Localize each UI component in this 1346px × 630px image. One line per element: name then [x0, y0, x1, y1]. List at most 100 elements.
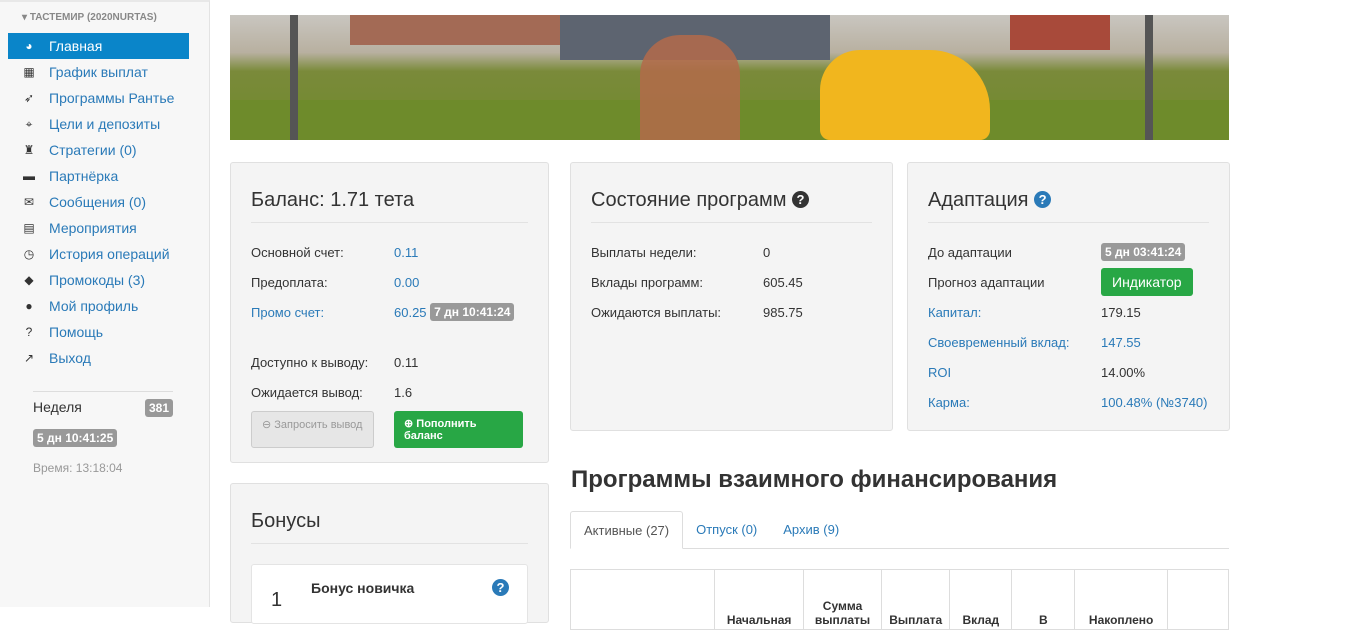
sidebar-item-10[interactable]: ● Мой профиль: [8, 293, 189, 319]
week-label: Неделя: [33, 399, 82, 415]
sidebar: ▾ ТАСТЕМИР (2020NURTAS) ◕ Главная ▦ График …: [0, 0, 210, 607]
envelope-icon: ✉: [23, 195, 35, 209]
dashboard-icon: ◕: [25, 39, 33, 53]
help-icon[interactable]: ?: [1034, 191, 1052, 208]
timely-deposit-value[interactable]: 147.55: [1101, 335, 1141, 350]
help-icon[interactable]: ?: [792, 191, 810, 208]
adaptation-card: Адаптация ? До адаптации 5 дн 03:41:24 Пр…: [907, 162, 1230, 431]
prepay-value[interactable]: 0.00: [394, 275, 419, 290]
user-menu[interactable]: ▾ ТАСТЕМИР (2020NURTAS): [22, 12, 157, 23]
column-header[interactable]: Выплата: [881, 569, 950, 630]
programs-heading: Программы взаимного финансирования: [571, 466, 1058, 493]
week-badge: 381: [144, 399, 173, 417]
minus-circle-icon: ⊖: [262, 419, 272, 431]
column-header[interactable]: Сумма выплаты: [802, 569, 882, 630]
sidebar-item-label: Стратегии (0): [49, 142, 137, 158]
tab-2[interactable]: Архив (9): [770, 511, 852, 548]
bonuses-title: Бонусы: [251, 484, 528, 544]
column-header[interactable]: Начальная: [714, 569, 804, 630]
capital-link[interactable]: Капитал:: [928, 305, 1101, 320]
username: ТАСТЕМИР (2020NURTAS): [29, 12, 157, 23]
topup-button[interactable]: ⊕ Пополнить баланс: [394, 411, 523, 448]
rocket-icon: ➶: [23, 91, 35, 105]
sidebar-item-label: Цели и депозиты: [49, 116, 161, 132]
available-label: Доступно к выводу:: [251, 354, 369, 370]
state-value: 0: [763, 244, 771, 260]
available-value: 0.11: [394, 354, 419, 370]
karma-rank[interactable]: (№3740): [1156, 395, 1208, 410]
state-row: Ожидаются выплаты: 985.75: [571, 297, 892, 327]
state-label: Вклады программ:: [591, 274, 704, 290]
programs-state-card: Состояние программ ? Выплаты недели: 0 Вкл…: [570, 162, 893, 431]
sidebar-item-label: Выход: [49, 350, 91, 366]
sidebar-item-4[interactable]: ♜ Стратегии (0): [8, 137, 189, 163]
tag-icon: ◆: [24, 273, 34, 287]
sidebar-item-label: График выплат: [49, 64, 148, 80]
request-withdraw-button[interactable]: ⊖ Запросить вывод: [251, 411, 374, 448]
sidebar-item-label: Мой профиль: [49, 298, 139, 314]
sidebar-item-12[interactable]: ↗ Выход: [8, 345, 189, 371]
topup-label: Пополнить баланс: [404, 418, 477, 442]
sidebar-item-label: История операций: [49, 246, 170, 262]
expected-label: Ожидается вывод:: [251, 384, 363, 400]
programs-table: Начальная Сумма выплаты Выплата Вклад В Накоп…: [570, 569, 1229, 630]
request-withdraw-label: Запросить вывод: [274, 419, 363, 431]
adapt-title-text: Адаптация: [928, 189, 1029, 211]
briefcase-icon: ▬: [23, 169, 35, 183]
column-header[interactable]: Накоплено: [1074, 569, 1168, 630]
adapt-title: Адаптация ?: [928, 163, 1209, 223]
state-label: Ожидаются выплаты:: [591, 304, 722, 320]
sidebar-item-11[interactable]: ? Помощь: [8, 319, 189, 345]
sidebar-item-3[interactable]: ⌖ Цели и депозиты: [8, 111, 189, 137]
balance-card: Баланс: 1.71 тета Основной счет: 0.11 Пре…: [230, 162, 549, 463]
capital-value: 179.15: [1101, 304, 1141, 320]
sidebar-item-6[interactable]: ✉ Сообщения (0): [8, 189, 189, 215]
question-icon: ?: [25, 325, 33, 339]
main-account-value[interactable]: 0.11: [394, 245, 418, 260]
timely-deposit-link[interactable]: Своевременный вклад:: [928, 335, 1101, 350]
column-header[interactable]: В: [1011, 569, 1075, 630]
sidebar-item-label: Мероприятия: [49, 220, 137, 236]
state-value: 985.75: [763, 304, 803, 320]
sidebar-item-label: Партнёрка: [49, 168, 119, 184]
main-account-label: Основной счет:: [251, 244, 344, 260]
bonuses-card: Бонусы 1 Бонус новичка ?: [230, 483, 549, 624]
prepay-label: Предоплата:: [251, 274, 328, 290]
chess-rook-icon: ♜: [23, 143, 35, 157]
forecast-label: Прогноз адаптации: [928, 274, 1045, 290]
column-header[interactable]: [571, 570, 715, 630]
crosshairs-icon: ⌖: [25, 116, 33, 131]
week-timer: 5 дн 10:41:25: [33, 429, 118, 447]
sidebar-item-label: Промокоды (3): [49, 272, 146, 288]
sidebar-item-7[interactable]: ▤ Мероприятия: [8, 215, 189, 241]
sidebar-item-1[interactable]: ▦ График выплат: [8, 59, 189, 85]
sidebar-item-5[interactable]: ▬ Партнёрка: [8, 163, 189, 189]
karma-value[interactable]: 100.48%: [1101, 395, 1152, 410]
column-header[interactable]: [1166, 569, 1229, 630]
sidebar-item-label: Главная: [49, 38, 103, 54]
help-icon[interactable]: ?: [492, 579, 509, 596]
bonus-number: 1: [271, 589, 283, 611]
sidebar-item-9[interactable]: ◆ Промокоды (3): [8, 267, 189, 293]
expected-value: 1.6: [394, 384, 413, 400]
bonus-item: 1 Бонус новичка ?: [251, 564, 528, 624]
share-icon: ↗: [23, 351, 35, 365]
tab-0[interactable]: Активные (27): [570, 511, 684, 549]
until-adapt-timer: 5 дн 03:41:24: [1101, 243, 1186, 261]
indicator-button[interactable]: Индикатор: [1101, 268, 1193, 296]
sidebar-nav: ◕ Главная ▦ График выплат ➶ Программы Рантье ⌖…: [8, 33, 189, 371]
sidebar-item-2[interactable]: ➶ Программы Рантье: [8, 85, 189, 111]
until-adapt-label: До адаптации: [928, 244, 1012, 260]
promo-account-link[interactable]: Промо счет:: [251, 305, 394, 320]
promo-account-value[interactable]: 60.25: [394, 305, 427, 320]
sidebar-item-label: Помощь: [49, 324, 104, 340]
plus-circle-icon: ⊕: [404, 418, 414, 430]
clock-icon: ◷: [23, 247, 35, 261]
tab-1[interactable]: Отпуск (0): [683, 511, 770, 548]
karma-link[interactable]: Карма:: [928, 395, 1101, 410]
roi-link[interactable]: ROI: [928, 365, 1101, 380]
sidebar-item-8[interactable]: ◷ История операций: [8, 241, 189, 267]
film-icon: ▤: [23, 221, 35, 235]
sidebar-item-0[interactable]: ◕ Главная: [8, 33, 189, 59]
column-header[interactable]: Вклад: [949, 569, 1012, 630]
